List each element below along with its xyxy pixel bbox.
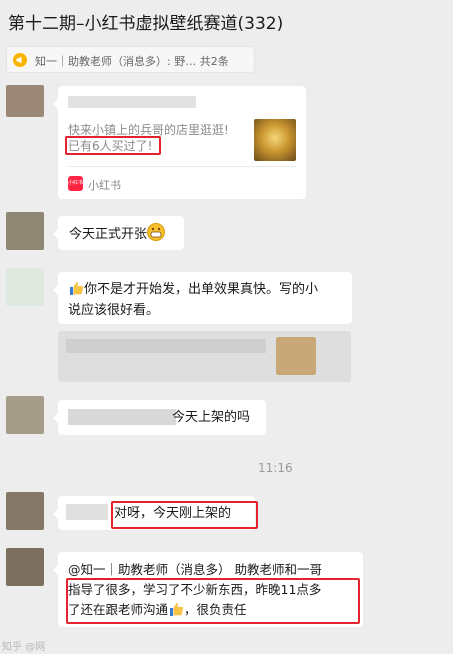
highlight-box [66, 578, 360, 624]
megaphone-icon [13, 53, 27, 67]
avatar[interactable] [6, 396, 44, 434]
avatar[interactable] [6, 212, 44, 250]
avatar[interactable] [6, 492, 44, 530]
message-text: 你不是才开始发，出单效果真快。写的小 [84, 282, 319, 297]
message-bubble[interactable]: 今天上架的吗 [53, 400, 266, 435]
avatar[interactable] [6, 548, 44, 586]
avatar[interactable] [6, 268, 44, 306]
message-bubble[interactable]: 你不是才开始发，出单效果真快。写的小 说应该很好看。 [53, 272, 352, 324]
message-text: 今天上架的吗 [172, 410, 251, 425]
xiaohongshu-logo-icon: 小红书 [68, 176, 83, 191]
message-text: 今天正式开张 [69, 227, 148, 242]
blurred-text [66, 504, 108, 520]
card-divider [68, 166, 296, 167]
pinned-text: 知一｜助教老师（消息多）: 野… [35, 55, 197, 68]
timestamp: 11:16 [258, 461, 293, 475]
highlight-box [65, 136, 161, 155]
quoted-thumbnail [276, 337, 316, 375]
watermark: 知乎 @网 [2, 642, 46, 653]
blurred-text [68, 409, 176, 425]
message-bubble[interactable]: 今天正式开张 [53, 216, 184, 250]
card-app-name: 小红书 [88, 179, 121, 192]
card-title-blurred [68, 96, 196, 108]
message-text: 说应该很好看。 [68, 303, 160, 318]
thumbs-up-icon [70, 282, 84, 295]
quoted-image-preview[interactable] [58, 331, 351, 382]
message-mention: @知一｜助教老师（消息多） 助教老师和一哥 [68, 562, 322, 577]
avatar[interactable] [6, 85, 44, 117]
card-thumbnail [254, 119, 296, 161]
highlight-box [111, 501, 258, 529]
pinned-message-bar[interactable]: 知一｜助教老师（消息多）: 野… 共2条 [6, 46, 255, 73]
pinned-count: 共2条 [199, 55, 229, 68]
chat-title: 第十二期–小红书虚拟壁纸赛道(332) [8, 14, 284, 34]
grinning-emoji-icon [147, 223, 166, 241]
